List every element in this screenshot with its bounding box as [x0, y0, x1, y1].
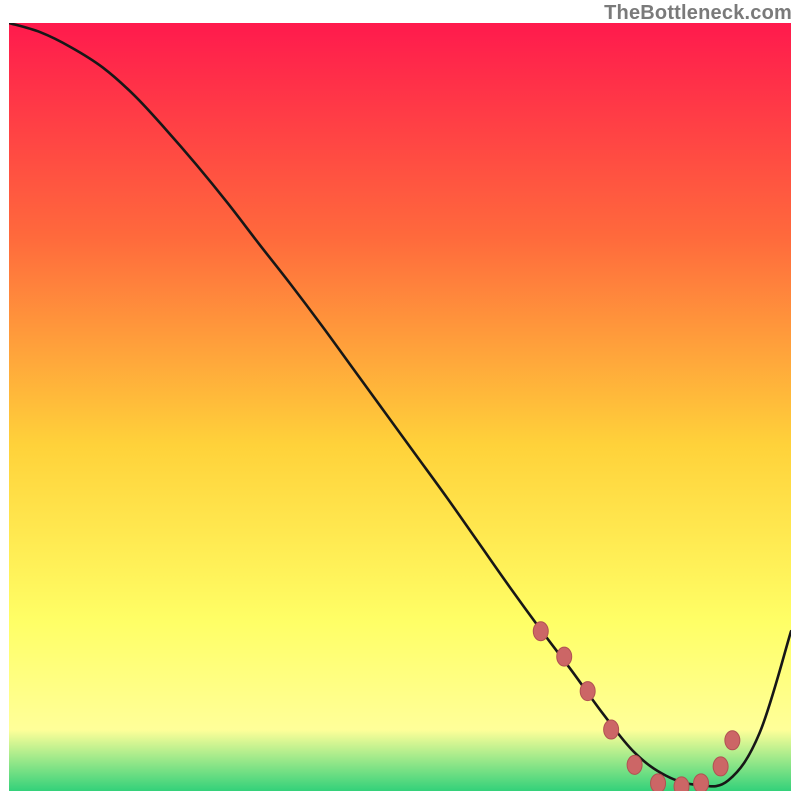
curve-marker	[725, 731, 740, 750]
curve-marker	[713, 757, 728, 776]
curve-marker	[694, 774, 709, 791]
curve-marker	[580, 682, 595, 701]
curve-marker	[651, 774, 666, 791]
curve-marker	[627, 755, 642, 774]
curve-marker	[557, 647, 572, 666]
curve-marker	[604, 720, 619, 739]
curve-marker	[674, 777, 689, 791]
bottleneck-chart	[9, 23, 791, 791]
chart-background-gradient	[9, 23, 791, 791]
curve-marker	[533, 622, 548, 641]
chart-svg	[9, 23, 791, 791]
attribution-label: TheBottleneck.com	[604, 2, 792, 25]
